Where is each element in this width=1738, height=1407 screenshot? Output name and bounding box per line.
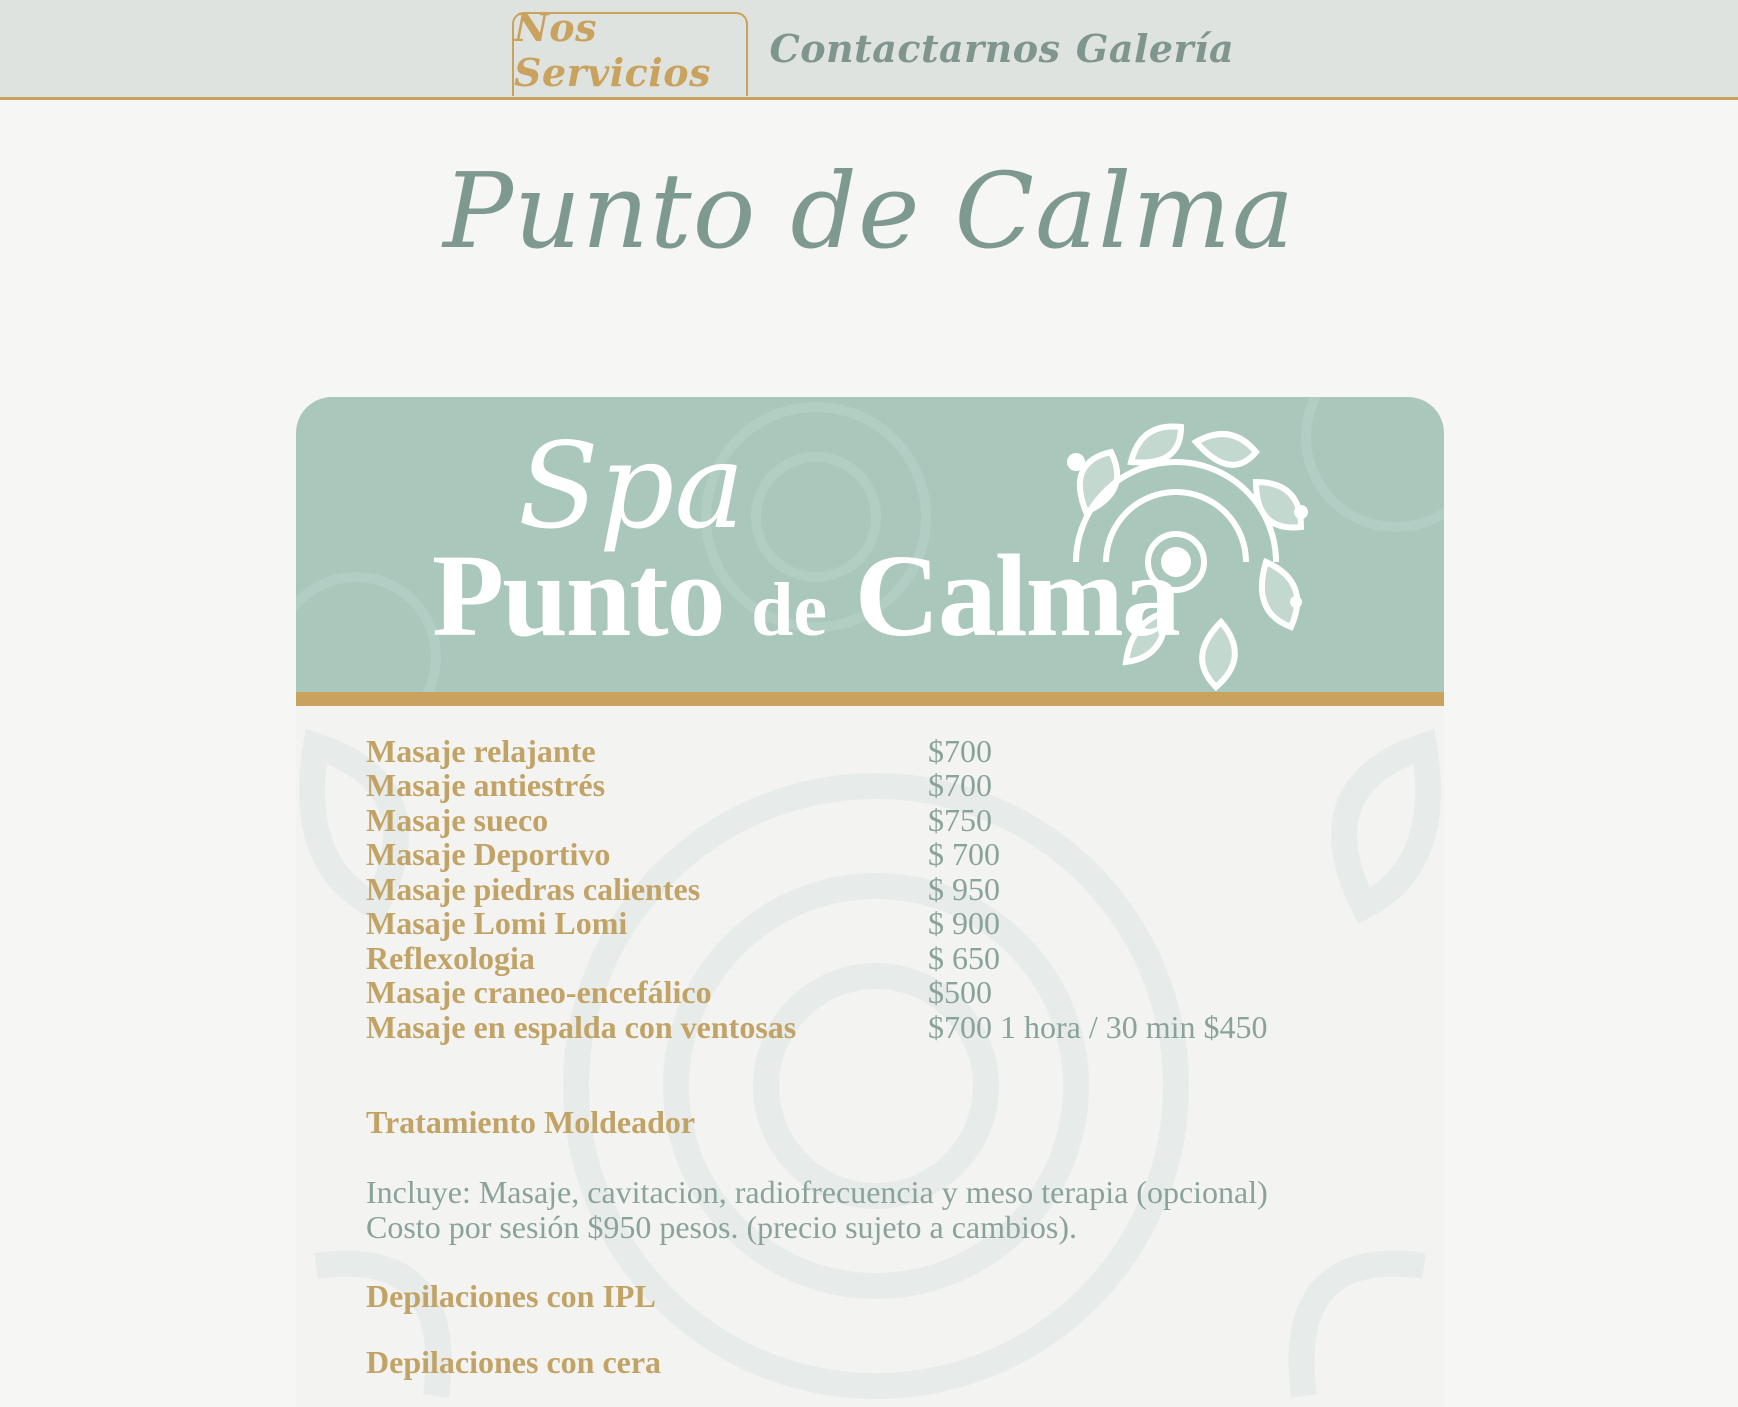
- spa-logo-word: Spa: [518, 417, 745, 555]
- menu-body: Masaje relajante $700 Masaje antiestrés $7…: [296, 706, 1444, 1407]
- treatment-heading: Tratamiento Moldeador: [366, 1104, 696, 1140]
- tab-nos-servicios[interactable]: Nos Servicios: [512, 5, 748, 96]
- service-row: Masaje Lomi Lomi $ 900: [366, 905, 1426, 942]
- service-name: Masaje relajante: [366, 732, 596, 769]
- top-nav: Nos Servicios Contactarnos Galería: [0, 0, 1738, 100]
- service-price: $ 650: [928, 939, 1000, 976]
- treatment-cost-text: Costo por sesión $950 pesos. (precio suj…: [366, 1209, 1077, 1245]
- service-row: Masaje antiestrés $700: [366, 767, 1426, 804]
- service-name: Masaje piedras calientes: [366, 870, 701, 907]
- service-row: Masaje Deportivo $ 700: [366, 836, 1426, 873]
- service-price: $500: [928, 974, 992, 1011]
- tab-galeria[interactable]: Galería: [1076, 0, 1234, 97]
- brand-word-punto: Punto: [432, 530, 726, 661]
- service-row: Masaje craneo-encefálico $500: [366, 974, 1426, 1011]
- service-row: Masaje piedras calientes $ 950: [366, 870, 1426, 907]
- service-row: Masaje en espalda con ventosas $700 1 hor…: [366, 1008, 1426, 1045]
- service-name: Masaje craneo-encefálico: [366, 974, 712, 1011]
- service-row: Reflexologia $ 650: [366, 939, 1426, 976]
- service-name: Masaje en espalda con ventosas: [366, 1008, 797, 1045]
- service-price: $ 900: [928, 905, 1000, 942]
- tab-contactarnos[interactable]: Contactarnos: [769, 0, 1060, 97]
- service-price: $700: [928, 767, 992, 804]
- menu-header: Spa Punto de Calma: [296, 397, 1444, 692]
- services-menu-image: Spa Punto de Calma Masaje relajante $700…: [296, 397, 1444, 1407]
- service-price: $700 1 hora / 30 min $450: [928, 1008, 1268, 1045]
- ipl-heading: Depilaciones con IPL: [366, 1278, 656, 1314]
- treatment-includes-text: Incluye: Masaje, cavitacion, radiofrecue…: [366, 1174, 1268, 1210]
- service-name: Reflexologia: [366, 939, 535, 976]
- service-price: $ 700: [928, 836, 1000, 873]
- wax-heading: Depilaciones con cera: [366, 1344, 662, 1380]
- gold-divider: [296, 692, 1444, 706]
- service-row: Masaje sueco $750: [366, 801, 1426, 838]
- mandala-logo-icon: [1067, 423, 1308, 692]
- service-price: $ 950: [928, 870, 1000, 907]
- service-name: Masaje Lomi Lomi: [366, 905, 628, 942]
- service-row: Masaje relajante $700: [366, 732, 1426, 769]
- services-price-list: Masaje relajante $700 Masaje antiestrés $7…: [366, 732, 1426, 1045]
- brand-word-de: de: [751, 568, 828, 652]
- service-name: Masaje sueco: [366, 801, 549, 838]
- service-name: Masaje Deportivo: [366, 836, 611, 873]
- service-price: $750: [928, 801, 992, 838]
- page-title: Punto de Calma: [442, 150, 1296, 272]
- service-name: Masaje antiestrés: [366, 767, 606, 804]
- service-price: $700: [928, 732, 992, 769]
